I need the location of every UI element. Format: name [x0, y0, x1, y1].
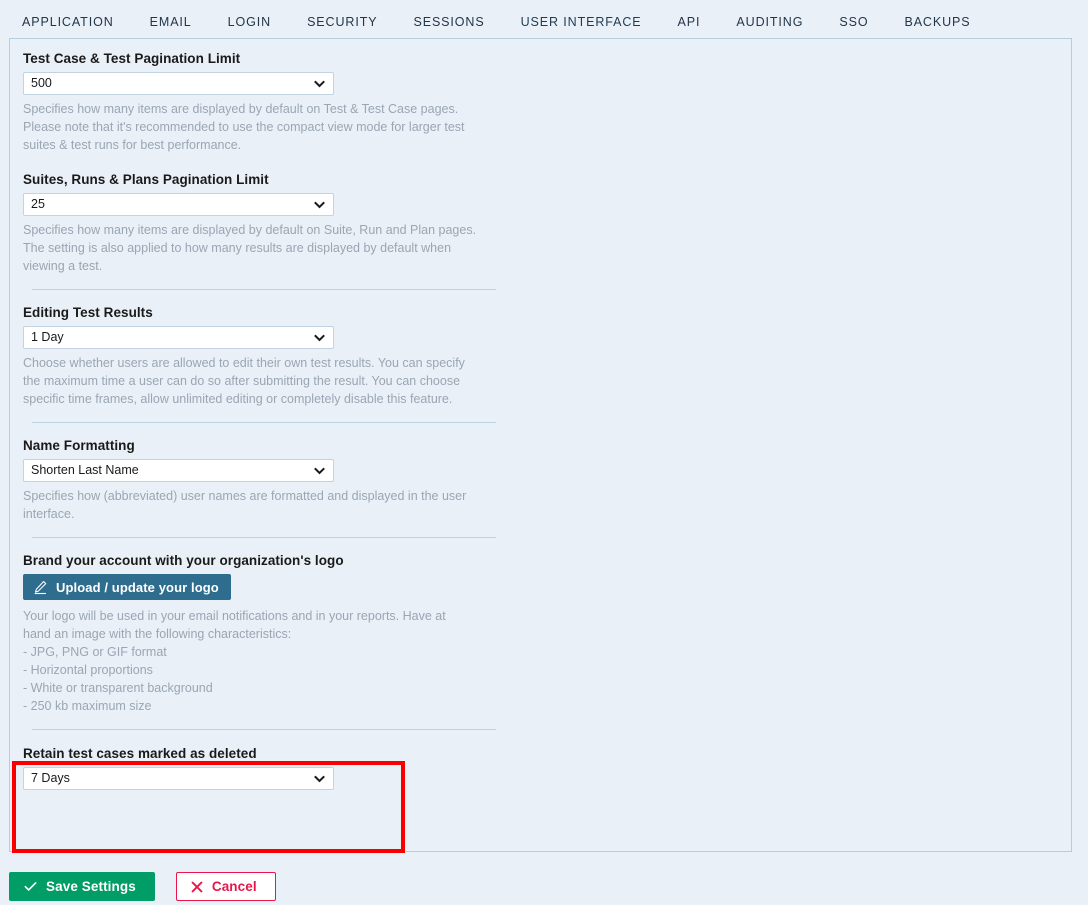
- upload-logo-button-label: Upload / update your logo: [56, 580, 219, 595]
- name-formatting-value[interactable]: Shorten Last Name: [23, 459, 334, 482]
- tab-login[interactable]: LOGIN: [228, 0, 271, 41]
- test-pagination-limit-select[interactable]: 500: [23, 72, 334, 95]
- test-pagination-limit-value[interactable]: 500: [23, 72, 334, 95]
- suites-pagination-limit-description: Specifies how many items are displayed b…: [23, 221, 478, 275]
- tab-user-interface[interactable]: USER INTERFACE: [521, 0, 642, 41]
- section-branding-logo: Brand your account with your organizatio…: [23, 553, 503, 715]
- tab-sso[interactable]: SSO: [839, 0, 868, 41]
- pencil-icon: [33, 580, 48, 595]
- test-pagination-limit-label: Test Case & Test Pagination Limit: [23, 51, 503, 66]
- tab-email[interactable]: EMAIL: [150, 0, 192, 41]
- close-icon: [191, 881, 203, 893]
- suites-pagination-limit-label: Suites, Runs & Plans Pagination Limit: [23, 172, 503, 187]
- section-name-formatting: Name Formatting Shorten Last Name Specif…: [23, 438, 503, 523]
- desc-line: The setting is also applied to how many …: [23, 239, 478, 257]
- name-formatting-label: Name Formatting: [23, 438, 503, 453]
- section-suites-pagination-limit: Suites, Runs & Plans Pagination Limit 25…: [23, 172, 503, 275]
- tab-application[interactable]: APPLICATION: [22, 0, 114, 41]
- name-formatting-select[interactable]: Shorten Last Name: [23, 459, 334, 482]
- save-settings-label: Save Settings: [46, 879, 136, 894]
- desc-line: suites & test runs for best performance.: [23, 136, 478, 154]
- desc-line: Specifies how (abbreviated) user names a…: [23, 487, 478, 505]
- branding-logo-label: Brand your account with your organizatio…: [23, 553, 503, 568]
- desc-line: hand an image with the following charact…: [23, 625, 478, 643]
- desc-line: Choose whether users are allowed to edit…: [23, 354, 478, 372]
- desc-line: interface.: [23, 505, 478, 523]
- save-settings-button[interactable]: Save Settings: [9, 872, 155, 901]
- section-retain-deleted-test-cases: Retain test cases marked as deleted 7 Da…: [23, 746, 503, 790]
- check-icon: [24, 880, 37, 893]
- desc-line: Please note that it's recommended to use…: [23, 118, 478, 136]
- desc-line: - Horizontal proportions: [23, 661, 478, 679]
- branding-logo-description: Your logo will be used in your email not…: [23, 607, 478, 715]
- tab-auditing[interactable]: AUDITING: [736, 0, 803, 41]
- section-editing-test-results: Editing Test Results 1 Day Choose whethe…: [23, 305, 503, 408]
- tab-api[interactable]: API: [678, 0, 701, 41]
- upload-logo-button[interactable]: Upload / update your logo: [23, 574, 231, 600]
- editing-test-results-value[interactable]: 1 Day: [23, 326, 334, 349]
- suites-pagination-limit-select[interactable]: 25: [23, 193, 334, 216]
- name-formatting-description: Specifies how (abbreviated) user names a…: [23, 487, 478, 523]
- retain-deleted-select[interactable]: 7 Days: [23, 767, 334, 790]
- desc-line: the maximum time a user can do so after …: [23, 372, 478, 390]
- desc-line: - 250 kb maximum size: [23, 697, 478, 715]
- settings-tab-bar: APPLICATION EMAIL LOGIN SECURITY SESSION…: [0, 0, 1088, 39]
- suites-pagination-limit-value[interactable]: 25: [23, 193, 334, 216]
- settings-panel: Test Case & Test Pagination Limit 500 Sp…: [9, 38, 1072, 852]
- retain-deleted-label: Retain test cases marked as deleted: [23, 746, 503, 761]
- editing-test-results-description: Choose whether users are allowed to edit…: [23, 354, 478, 408]
- desc-line: - JPG, PNG or GIF format: [23, 643, 478, 661]
- cancel-button[interactable]: Cancel: [176, 872, 276, 901]
- settings-column: Test Case & Test Pagination Limit 500 Sp…: [23, 51, 503, 795]
- desc-line: Your logo will be used in your email not…: [23, 607, 478, 625]
- desc-line: - White or transparent background: [23, 679, 478, 697]
- desc-line: Specifies how many items are displayed b…: [23, 100, 478, 118]
- tab-security[interactable]: SECURITY: [307, 0, 377, 41]
- tab-backups[interactable]: BACKUPS: [904, 0, 970, 41]
- editing-test-results-label: Editing Test Results: [23, 305, 503, 320]
- form-actions: Save Settings Cancel: [9, 872, 276, 901]
- desc-line: Specifies how many items are displayed b…: [23, 221, 478, 239]
- retain-deleted-value[interactable]: 7 Days: [23, 767, 334, 790]
- test-pagination-limit-description: Specifies how many items are displayed b…: [23, 100, 478, 154]
- desc-line: specific time frames, allow unlimited ed…: [23, 390, 478, 408]
- desc-line: viewing a test.: [23, 257, 478, 275]
- section-test-pagination-limit: Test Case & Test Pagination Limit 500 Sp…: [23, 51, 503, 154]
- tab-sessions[interactable]: SESSIONS: [413, 0, 484, 41]
- cancel-label: Cancel: [212, 879, 257, 894]
- editing-test-results-select[interactable]: 1 Day: [23, 326, 334, 349]
